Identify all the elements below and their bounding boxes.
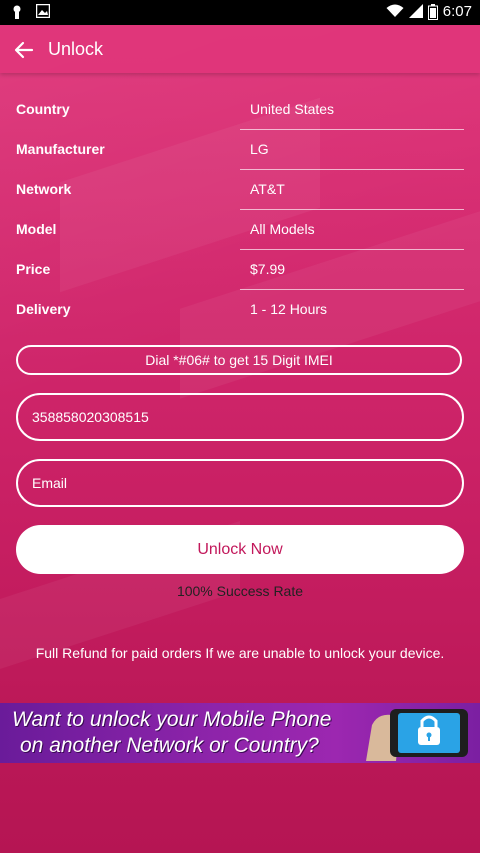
- status-bar: 6:07: [0, 0, 480, 25]
- wifi-icon: [386, 4, 404, 20]
- detail-label: Network: [16, 181, 72, 197]
- image-icon: [35, 3, 51, 20]
- notification-icon: [10, 4, 24, 20]
- imei-hint: Dial *#06# to get 15 Digit IMEI: [16, 345, 462, 375]
- detail-value: All Models: [250, 221, 315, 237]
- detail-row-network: Network AT&T: [0, 170, 480, 210]
- detail-value: 1 - 12 Hours: [250, 301, 328, 317]
- banner-line-1: Want to unlock your Mobile Phone: [12, 708, 332, 731]
- imei-input[interactable]: [16, 393, 464, 441]
- promo-banner[interactable]: Want to unlock your Mobile Phone on anot…: [0, 703, 480, 763]
- battery-icon: [427, 3, 438, 20]
- banner-text: Want to unlock your Mobile Phone on anot…: [12, 707, 362, 759]
- signal-icon: [408, 3, 423, 20]
- detail-row-delivery: Delivery 1 - 12 Hours: [0, 290, 480, 330]
- detail-label: Manufacturer: [16, 141, 105, 157]
- detail-row-manufacturer: Manufacturer LG: [0, 130, 480, 170]
- app-bar: Unlock: [0, 25, 480, 73]
- back-arrow-icon[interactable]: [10, 36, 38, 64]
- detail-value: $7.99: [250, 261, 286, 277]
- status-time: 6:07: [442, 3, 472, 20]
- detail-value: AT&T: [250, 181, 285, 197]
- detail-value: United States: [250, 101, 335, 117]
- detail-value: LG: [250, 141, 269, 157]
- phone-lock-icon: [366, 705, 472, 761]
- detail-label: Delivery: [16, 301, 71, 317]
- detail-label: Price: [16, 261, 51, 277]
- unlock-now-button[interactable]: Unlock Now: [16, 525, 464, 574]
- detail-row-country: Country United States: [0, 90, 480, 130]
- details-list: Country United States Manufacturer LG Ne…: [0, 90, 480, 330]
- refund-note: Full Refund for paid orders If we are un…: [35, 645, 445, 661]
- detail-label: Country: [16, 101, 70, 117]
- banner-line-2: on another Network or Country?: [20, 734, 319, 757]
- page-title: Unlock: [48, 39, 104, 59]
- detail-label: Model: [16, 221, 57, 237]
- success-rate-text: 100% Success Rate: [176, 583, 304, 599]
- email-field[interactable]: [16, 459, 464, 507]
- detail-row-model: Model All Models: [0, 210, 480, 250]
- detail-row-price: Price $7.99: [0, 250, 480, 290]
